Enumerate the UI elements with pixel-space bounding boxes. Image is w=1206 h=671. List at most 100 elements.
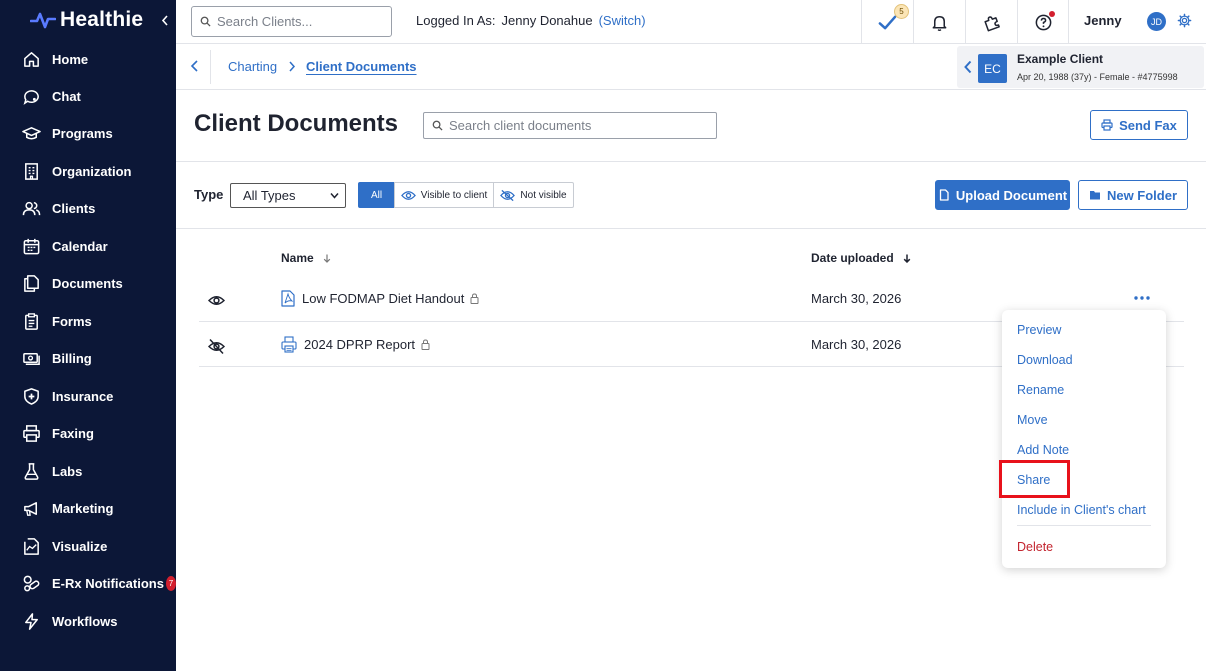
menu-item-rename[interactable]: Rename [1017,383,1064,397]
sidebar-item-visualize[interactable]: Visualize [0,529,176,563]
tasks-count-badge: 5 [894,4,909,19]
chat-icon [23,89,39,105]
menu-item-include-in-chart[interactable]: Include in Client's chart [1017,503,1146,517]
sidebar-item-organization[interactable]: Organization [0,154,176,188]
sidebar-item-label: Clients [52,200,96,216]
document-date: March 30, 2026 [811,291,902,306]
column-header-name[interactable]: Name [281,251,331,265]
more-options-icon[interactable] [1133,292,1151,304]
chevron-left-icon [161,15,168,26]
sort-arrow-icon [323,254,331,263]
search-clients-field[interactable] [191,6,392,37]
document-search-field[interactable] [423,112,717,139]
document-actions-menu: Preview Download Rename Move Add Note Sh… [1002,310,1166,568]
sidebar-item-faxing[interactable]: Faxing [0,416,176,450]
avatar[interactable]: JD [1147,12,1166,31]
printer-icon [1101,119,1113,131]
send-fax-button[interactable]: Send Fax [1090,110,1188,140]
lock-icon [470,293,479,304]
top-bar: Logged In As: Jenny Donahue (Switch) 5 Jen… [176,0,1206,44]
building-icon [25,162,38,180]
upload-document-button[interactable]: Upload Document [935,180,1070,210]
sidebar-item-documents[interactable]: Documents [0,266,176,300]
menu-item-add-note[interactable]: Add Note [1017,443,1069,457]
sidebar-item-billing[interactable]: Billing [0,341,176,375]
sidebar-collapse-button[interactable] [161,14,169,29]
sidebar-item-labs[interactable]: Labs [0,454,176,488]
graduation-cap-icon [22,126,41,139]
sidebar-item-marketing[interactable]: Marketing [0,491,176,525]
breadcrumb-client-documents[interactable]: Client Documents [306,59,417,74]
sidebar-item-insurance[interactable]: Insurance [0,379,176,413]
menu-item-preview[interactable]: Preview [1017,323,1061,337]
sidebar-item-calendar[interactable]: Calendar [0,229,176,263]
sidebar-item-label: Home [52,51,89,67]
logo-icon [30,12,56,29]
sidebar-item-label: Marketing [52,500,114,516]
chart-icon [24,537,39,555]
visibility-filter-visible[interactable]: Visible to client [394,182,494,208]
help-button[interactable] [1017,0,1069,44]
sidebar-item-label: Labs [52,463,83,479]
sidebar-item-workflows[interactable]: Workflows [0,604,176,638]
sidebar-item-label: Documents [52,275,123,291]
erx-notification-badge: 7 [165,575,176,591]
sidebar-item-label: Visualize [52,538,108,554]
integrations-button[interactable] [965,0,1017,44]
menu-item-share[interactable]: Share [1017,473,1050,487]
divider [210,50,211,84]
bolt-icon [25,612,38,630]
upload-document-label: Upload Document [955,187,1068,203]
sidebar-item-erx-notifications[interactable]: E-Rx Notifications 7 [0,566,176,600]
user-first-name[interactable]: Jenny [1084,13,1122,28]
send-fax-label: Send Fax [1119,117,1177,133]
sidebar-item-label: Faxing [52,425,94,441]
eye-slash-icon [208,338,225,355]
sidebar: Healthie Home Chat Programs Organization… [0,0,176,671]
breadcrumb-charting[interactable]: Charting [228,59,277,74]
document-search-input[interactable] [449,118,716,133]
healthie-logo[interactable]: Healthie [30,8,143,32]
visibility-filter-not-visible[interactable]: Not visible [493,182,574,208]
document-name[interactable]: 2024 DPRP Report [304,337,430,352]
column-header-date[interactable]: Date uploaded [811,251,911,265]
type-filter-label: Type [194,187,224,202]
sidebar-item-clients[interactable]: Clients [0,191,176,225]
new-folder-button[interactable]: New Folder [1078,180,1188,210]
document-name-text: 2024 DPRP Report [304,337,416,352]
sort-arrow-icon [903,254,911,264]
flask-icon [24,462,39,480]
sidebar-item-chat[interactable]: Chat [0,79,176,113]
chevron-left-icon[interactable] [963,60,973,74]
notifications-button[interactable] [913,0,965,44]
menu-item-download[interactable]: Download [1017,353,1073,367]
menu-item-delete[interactable]: Delete [1017,540,1053,554]
megaphone-icon [24,501,38,516]
tasks-button[interactable]: 5 [861,0,913,44]
gear-icon[interactable] [1177,13,1192,28]
eye-icon [208,296,225,305]
sidebar-item-forms[interactable]: Forms [0,304,176,338]
document-name[interactable]: Low FODMAP Diet Handout [302,291,479,306]
sidebar-item-label: Workflows [52,613,118,629]
logged-in-user: Jenny Donahue [501,13,593,28]
sidebar-item-programs[interactable]: Programs [0,116,176,150]
eye-slash-icon [500,189,516,201]
column-header-label: Name [281,251,314,265]
pills-icon [23,575,40,591]
search-clients-input[interactable] [217,14,391,29]
visibility-filter-label: Visible to client [420,189,488,201]
visibility-filter-all[interactable]: All [358,182,395,208]
search-icon [200,16,211,27]
divider [176,161,1206,162]
visibility-filter-label: Not visible [520,189,567,201]
type-filter-select[interactable]: All Types [230,183,346,208]
search-icon [432,120,443,131]
back-arrow-icon[interactable] [188,58,202,74]
visibility-filter-label: All [370,189,383,201]
sidebar-item-home[interactable]: Home [0,42,176,76]
switch-user-link[interactable]: (Switch) [599,13,646,28]
client-card[interactable]: EC Example Client Apr 20, 1988 (37y) - F… [957,46,1204,88]
menu-item-move[interactable]: Move [1017,413,1048,427]
lock-icon [421,339,430,350]
